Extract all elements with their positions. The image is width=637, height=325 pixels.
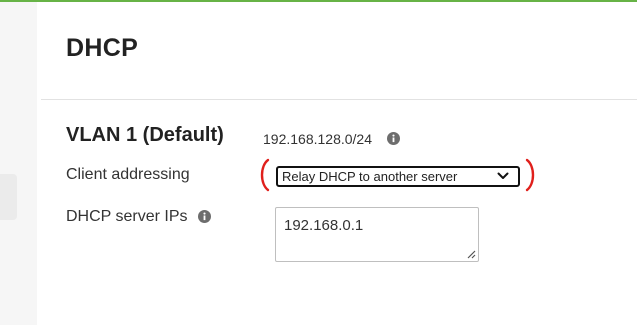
page-title: DHCP bbox=[66, 34, 139, 62]
section-divider bbox=[41, 99, 637, 100]
left-nav-item[interactable] bbox=[0, 174, 17, 220]
dhcp-server-ips-label: DHCP server IPs bbox=[66, 208, 188, 225]
vlan-title: VLAN 1 (Default) bbox=[66, 124, 224, 146]
left-nav-rail bbox=[0, 2, 37, 325]
dhcp-server-ips-value: 192.168.0.1 bbox=[284, 217, 364, 234]
vlan-subnet: 192.168.128.0/24 bbox=[263, 131, 372, 147]
annotation-left-bracket bbox=[260, 158, 270, 192]
client-addressing-selected-value: Relay DHCP to another server bbox=[282, 169, 458, 184]
info-icon[interactable] bbox=[387, 132, 400, 145]
client-addressing-label: Client addressing bbox=[66, 166, 190, 183]
resize-grip-icon[interactable] bbox=[465, 248, 476, 259]
top-accent-line bbox=[0, 0, 637, 2]
client-addressing-select[interactable]: Relay DHCP to another server bbox=[276, 166, 520, 187]
info-icon[interactable] bbox=[198, 210, 211, 223]
chevron-down-icon bbox=[497, 172, 509, 179]
annotation-right-bracket bbox=[525, 158, 535, 192]
dhcp-server-ips-textarea[interactable]: 192.168.0.1 bbox=[275, 207, 479, 262]
